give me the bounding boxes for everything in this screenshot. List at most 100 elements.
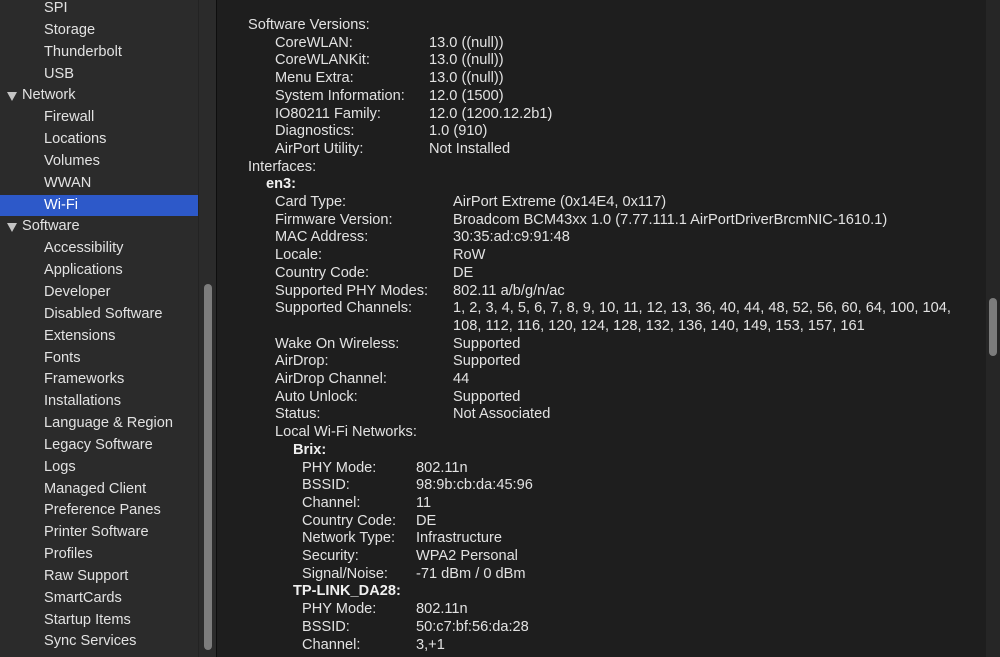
- sidebar-item-label: Thunderbolt: [44, 43, 122, 60]
- network-row-label: Network Type:: [302, 530, 396, 547]
- interface-row-label: Supported PHY Modes:: [275, 282, 429, 299]
- sidebar-item-wwan[interactable]: WWAN: [0, 173, 198, 195]
- sidebar-item-preference-panes[interactable]: Preference Panes: [0, 500, 198, 522]
- interface-row-value: DE: [453, 264, 474, 281]
- sidebar-item-profiles[interactable]: Profiles: [0, 544, 198, 566]
- sidebar-item-label: Frameworks: [44, 371, 125, 388]
- sidebar-item-label: Startup Items: [44, 611, 131, 628]
- sidebar-item-legacy-software[interactable]: Legacy Software: [0, 435, 198, 457]
- sidebar-item-label: Disabled Software: [44, 305, 163, 322]
- interface-row-value: Supported: [453, 335, 521, 352]
- network-row-value: DE: [416, 512, 437, 529]
- sidebar-item-storage[interactable]: Storage: [0, 20, 198, 42]
- version-row-value: 13.0 ((null)): [429, 70, 504, 87]
- sidebar-item-label: Installations: [44, 393, 122, 410]
- sidebar-item-label: Accessibility: [44, 240, 124, 257]
- disclosure-triangle-icon[interactable]: [7, 223, 17, 233]
- sidebar-item-thunderbolt[interactable]: Thunderbolt: [0, 42, 198, 64]
- network-row-value: Infrastructure: [416, 530, 502, 547]
- sidebar-item-accessibility[interactable]: Accessibility: [0, 238, 198, 260]
- sidebar-item-managed-client[interactable]: Managed Client: [0, 479, 198, 501]
- network-name: Brix:: [293, 441, 327, 458]
- network-row-value: 3,+1: [416, 636, 445, 653]
- network-row-value: 802.11n: [416, 459, 468, 476]
- interface-row-value: Broadcom BCM43xx 1.0 (7.77.111.1 AirPort…: [453, 211, 888, 228]
- sidebar-item-fonts[interactable]: Fonts: [0, 348, 198, 370]
- sidebar-item-label: Language & Region: [44, 415, 174, 432]
- sidebar-item-language-region[interactable]: Language & Region: [0, 413, 198, 435]
- sidebar-item-volumes[interactable]: Volumes: [0, 151, 198, 173]
- network-row-value: 98:9b:cb:da:45:96: [416, 477, 533, 494]
- detail-scrollbar-thumb[interactable]: [989, 298, 997, 356]
- interface-row-label: AirDrop Channel:: [275, 371, 387, 387]
- detail-pane: Software Versions: CoreWLAN: 13.0 ((null))…: [217, 0, 1000, 657]
- sidebar-item-label: Managed Client: [44, 480, 147, 497]
- version-row-value: 13.0 ((null)): [429, 34, 504, 51]
- network-row-value: 11: [416, 494, 432, 511]
- sidebar-item-raw-support[interactable]: Raw Support: [0, 566, 198, 588]
- interface-row-label: AirDrop:: [275, 353, 329, 370]
- sidebar-item-sync-services[interactable]: Sync Services: [0, 631, 198, 653]
- network-row-label: Channel:: [302, 494, 361, 511]
- section-heading-interfaces: Interfaces:: [248, 158, 317, 175]
- sidebar-item-logs[interactable]: Logs: [0, 457, 198, 479]
- sidebar-item-smartcards[interactable]: SmartCards: [0, 588, 198, 610]
- interface-name: en3:: [266, 176, 297, 193]
- version-row-label: CoreWLAN:: [275, 34, 353, 51]
- interface-row-label: Supported Channels:: [275, 300, 413, 317]
- network-row-label: Signal/Noise:: [302, 565, 388, 582]
- sidebar-item-label: Locations: [44, 131, 107, 148]
- interface-row-value-continued: 108, 112, 116, 120, 124, 128, 132, 136, …: [453, 317, 865, 334]
- network-name: TP-LINK_DA28:: [293, 583, 401, 600]
- sidebar-item-firewall[interactable]: Firewall: [0, 107, 198, 129]
- interface-row-value: 802.11 a/b/g/n/ac: [453, 282, 565, 299]
- interface-row-label: MAC Address:: [275, 229, 369, 246]
- network-row-value: 802.11n: [416, 601, 468, 618]
- sidebar-item-applications[interactable]: Applications: [0, 260, 198, 282]
- version-row-value: 1.0 (910): [429, 123, 488, 140]
- sidebar-item-disabled-software[interactable]: Disabled Software: [0, 304, 198, 326]
- sidebar-item-label: Software: [22, 218, 80, 235]
- sidebar-item-label: Wi-Fi: [44, 196, 79, 213]
- sidebar-group-network[interactable]: Network: [0, 85, 198, 107]
- interface-row-value: AirPort Extreme (0x14E4, 0x117): [453, 194, 667, 210]
- sidebar-item-frameworks[interactable]: Frameworks: [0, 369, 198, 391]
- interface-row-label: Status:: [275, 406, 321, 423]
- sidebar-item-locations[interactable]: Locations: [0, 129, 198, 151]
- version-row-label: Menu Extra:: [275, 70, 354, 87]
- sidebar-item-label: Developer: [44, 283, 111, 300]
- network-row-label: BSSID:: [302, 477, 350, 494]
- sidebar-group-software[interactable]: Software: [0, 216, 198, 238]
- sidebar-item-spi[interactable]: SPI: [0, 0, 198, 20]
- interface-row-value: 1, 2, 3, 4, 5, 6, 7, 8, 9, 10, 11, 12, 1…: [453, 300, 951, 317]
- sidebar-item-startup-items[interactable]: Startup Items: [0, 610, 198, 632]
- sidebar-scrollbar-thumb[interactable]: [204, 284, 212, 650]
- sidebar-item-label: Profiles: [44, 546, 93, 563]
- sidebar-item-label: Raw Support: [44, 567, 129, 584]
- network-row-label: Country Code:: [302, 512, 397, 529]
- interface-row-label: Wake On Wireless:: [275, 335, 400, 352]
- sidebar-item-extensions[interactable]: Extensions: [0, 326, 198, 348]
- sidebar-item-label: Firewall: [44, 109, 95, 126]
- sidebar-item-label: Printer Software: [44, 524, 149, 541]
- sidebar-item-label: Legacy Software: [44, 436, 153, 453]
- version-row-label: AirPort Utility:: [275, 140, 364, 157]
- network-row-label: Channel:: [302, 636, 361, 653]
- sidebar-list: SPI Storage Thunderbolt USB Network Firewall L…: [0, 0, 198, 653]
- sidebar-item-installations[interactable]: Installations: [0, 391, 198, 413]
- sidebar-item-printer-software[interactable]: Printer Software: [0, 522, 198, 544]
- sidebar-item-wi-fi[interactable]: Wi-Fi: [0, 194, 198, 217]
- interface-row-label: Locale:: [275, 247, 323, 264]
- sidebar-item-developer[interactable]: Developer: [0, 282, 198, 304]
- sidebar[interactable]: SPI Storage Thunderbolt USB Network Firewall L…: [0, 0, 216, 657]
- version-row-label: IO80211 Family:: [275, 105, 381, 122]
- version-row-label: CoreWLANKit:: [275, 52, 370, 69]
- interface-row-value: Not Associated: [453, 406, 551, 423]
- interface-row-label: Card Type:: [275, 194, 347, 210]
- version-row-label: System Information:: [275, 87, 405, 104]
- sidebar-item-label: WWAN: [44, 174, 92, 191]
- disclosure-triangle-icon[interactable]: [7, 92, 17, 102]
- interface-row-label: Country Code:: [275, 264, 370, 281]
- sidebar-item-usb[interactable]: USB: [0, 64, 198, 86]
- network-row-label: BSSID:: [302, 618, 350, 635]
